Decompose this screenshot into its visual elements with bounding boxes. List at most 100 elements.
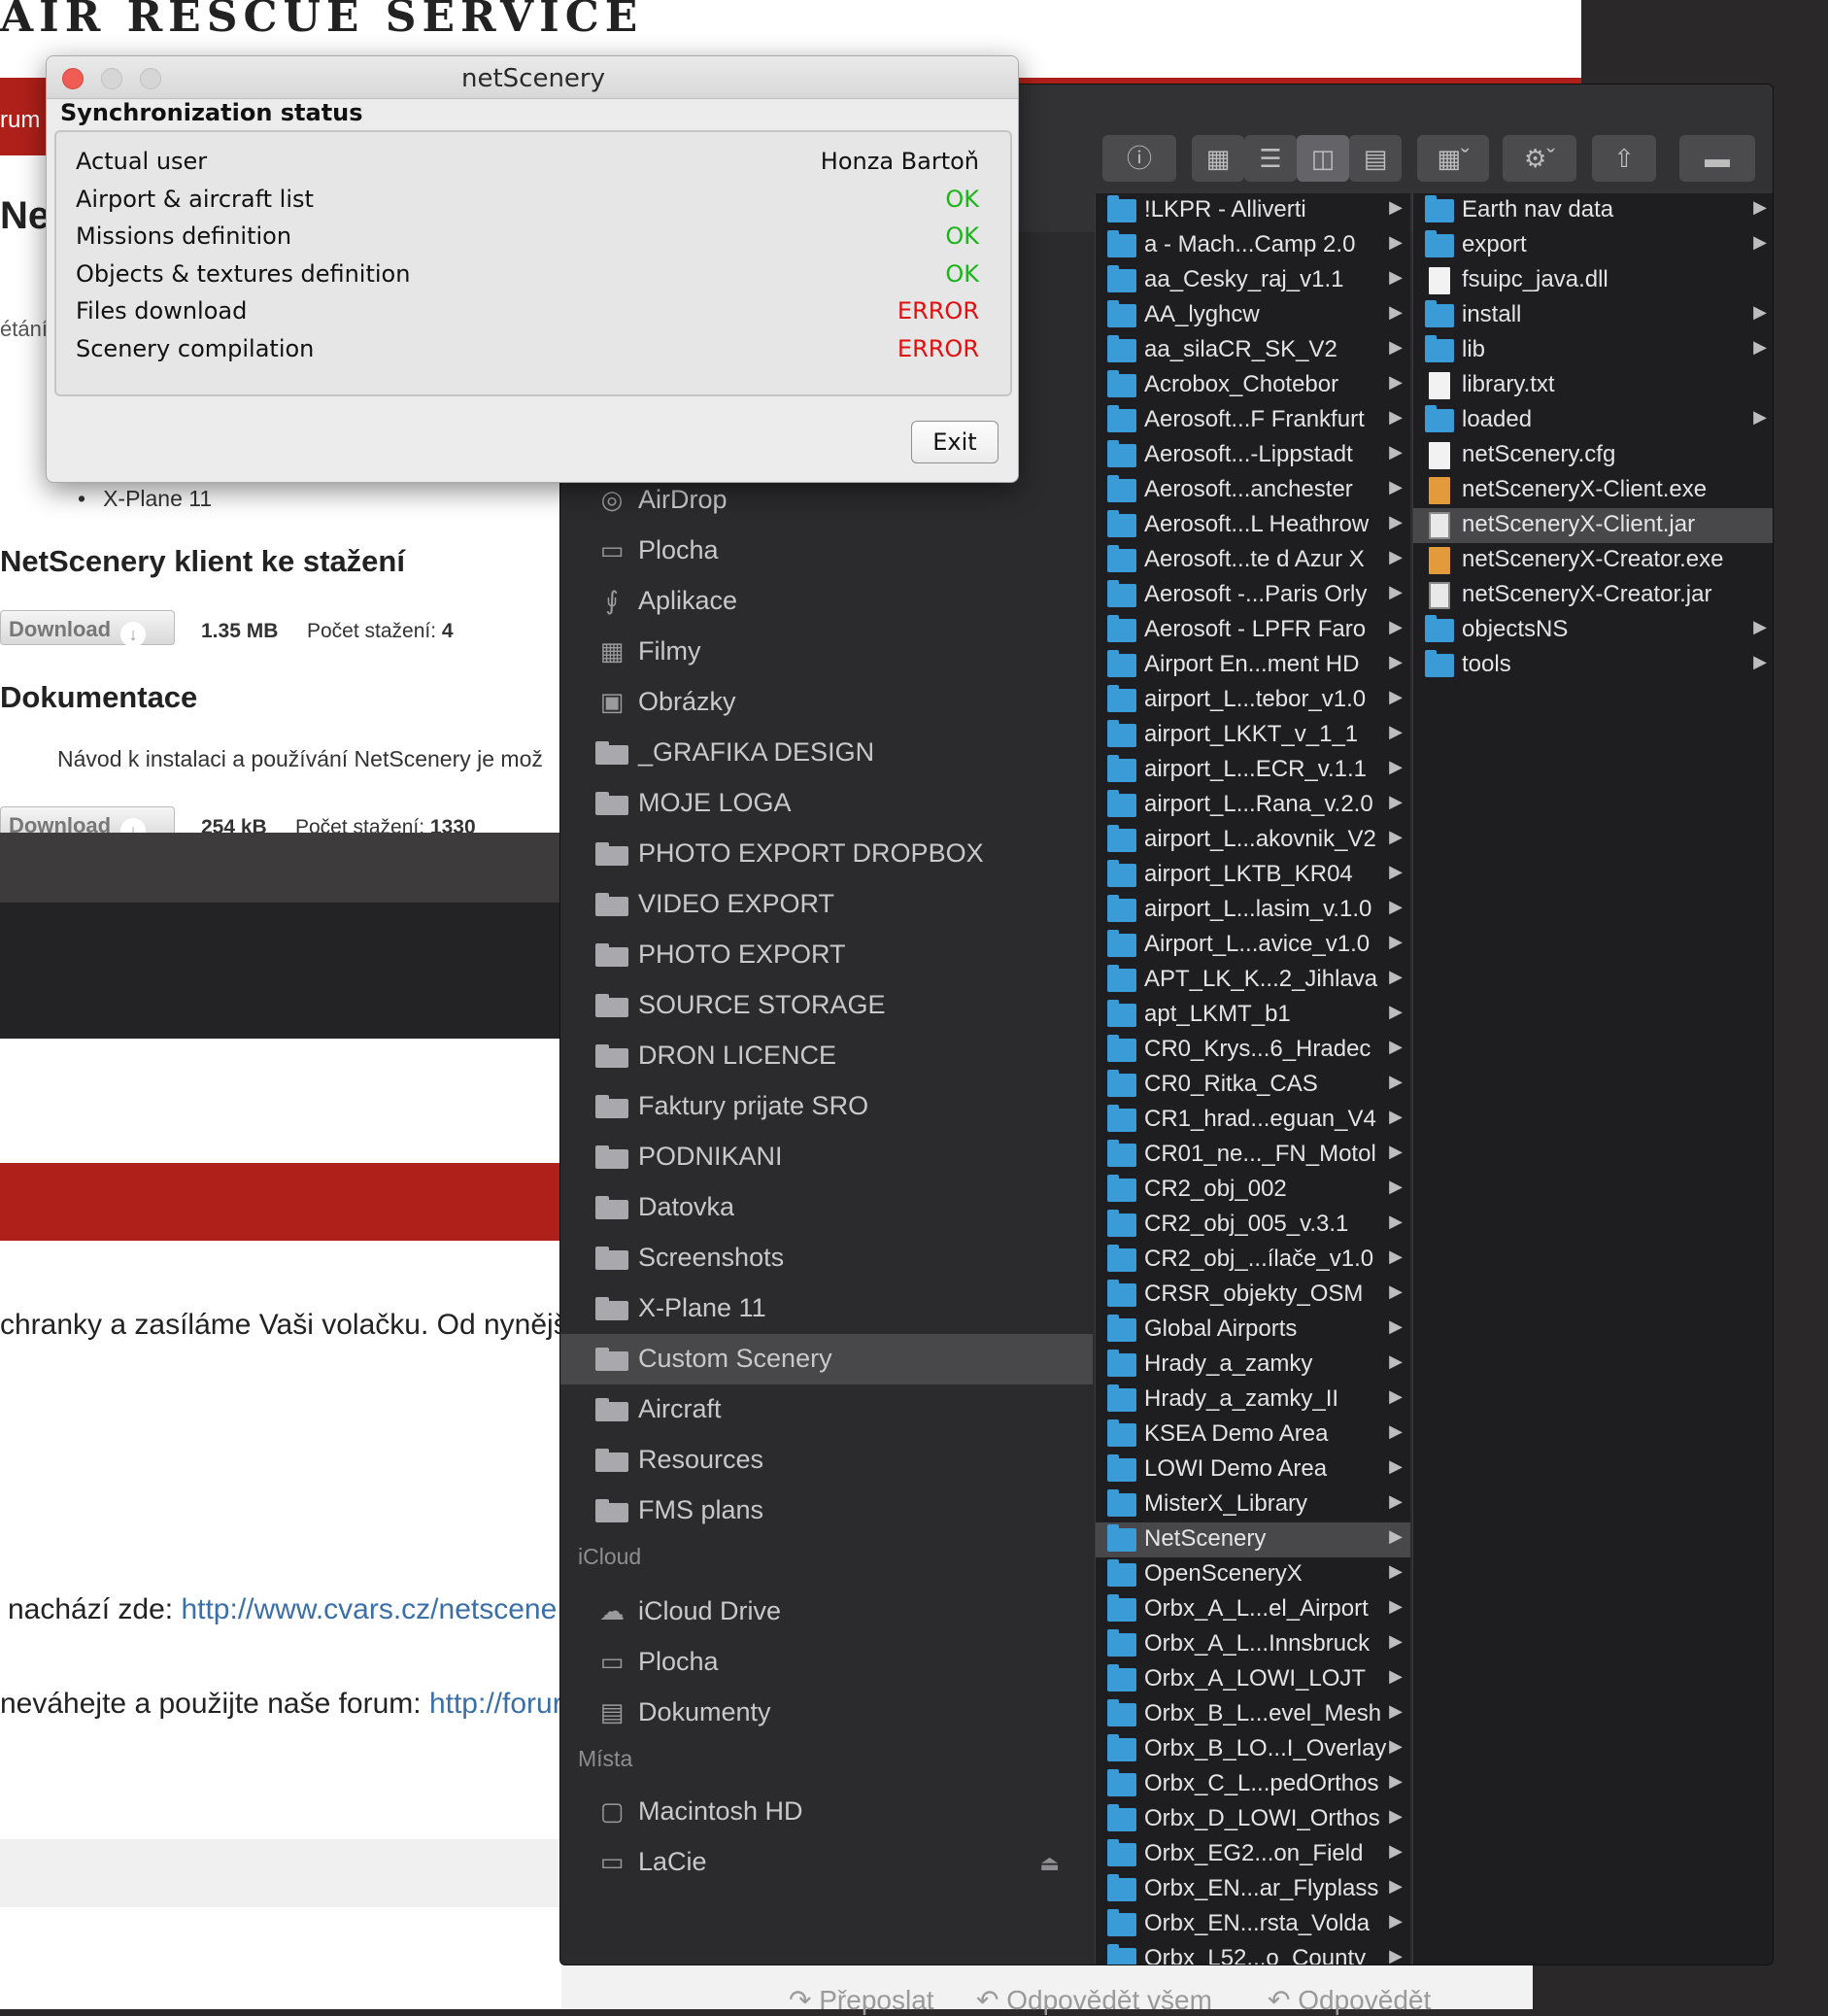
sidebar-item[interactable]: ▤ Dokumenty [560,1688,1093,1738]
folder-row[interactable]: airport_L...lasim_v.1.0 ▶ [1096,893,1410,928]
sidebar-item[interactable]: FMS plans [560,1486,1093,1536]
folder-row[interactable]: Aerosoft...F Frankfurt ▶ [1096,403,1410,438]
folder-row[interactable]: KSEA Demo Area ▶ [1096,1418,1410,1452]
folder-row[interactable]: aa_silaCR_SK_V2 ▶ [1096,333,1410,368]
sidebar-item[interactable]: SOURCE STORAGE [560,980,1093,1031]
sidebar-item[interactable]: ▭ Plocha [560,1637,1093,1688]
sidebar-item[interactable]: ▭ LaCie ⏏ [560,1837,1093,1888]
folder-row[interactable]: Aerosoft...L Heathrow ▶ [1096,508,1410,543]
folder-row[interactable]: CR2_obj_...ílače_v1.0 ▶ [1096,1243,1410,1278]
sidebar-item[interactable]: _GRAFIKA DESIGN [560,728,1093,778]
folder-row[interactable]: Aerosoft - LPFR Faro ▶ [1096,613,1410,648]
folder-row[interactable]: Earth nav data ▶ [1413,193,1773,228]
folder-row[interactable]: CRSR_objekty_OSM ▶ [1096,1278,1410,1313]
folder-row[interactable]: CR01_ne..._FN_Motol ▶ [1096,1138,1410,1173]
sidebar-item[interactable]: VIDEO EXPORT [560,879,1093,930]
gallery-view-icon[interactable]: ▤ [1349,135,1402,182]
client-download-button[interactable]: Download ↓ [0,610,175,647]
eject-icon[interactable]: ⏏ [1039,1851,1060,1876]
folder-row[interactable]: MisterX_Library ▶ [1096,1487,1410,1522]
sidebar-item[interactable]: DRON LICENCE [560,1031,1093,1081]
forward-button[interactable]: ↷ Přeposlat [789,1984,934,2016]
folder-row[interactable]: aa_Cesky_raj_v1.1 ▶ [1096,263,1410,298]
folder-row[interactable]: Orbx_A_LOWI_LOJT ▶ [1096,1662,1410,1697]
folder-row[interactable]: tools ▶ [1413,648,1773,683]
folder-row[interactable]: CR0_Ritka_CAS ▶ [1096,1068,1410,1103]
group-icon[interactable]: ▦ˇ [1417,135,1489,182]
folder-row[interactable]: CR2_obj_005_v.3.1 ▶ [1096,1208,1410,1243]
sidebar-item[interactable]: Screenshots [560,1233,1093,1283]
exit-button[interactable]: Exit [911,421,999,463]
folder-row[interactable]: Orbx_EN...ar_Flyplass ▶ [1096,1872,1410,1907]
gear-icon[interactable]: ⚙ˇ [1503,135,1576,182]
file-row[interactable]: netScenery.cfg [1413,438,1773,473]
file-row[interactable]: netSceneryX-Client.jar [1413,508,1773,543]
sidebar-item[interactable]: ▭ Plocha [560,526,1093,576]
folder-row[interactable]: Aerosoft...-Lippstadt ▶ [1096,438,1410,473]
file-row[interactable]: fsuipc_java.dll [1413,263,1773,298]
folder-row[interactable]: airport_LKKT_v_1_1 ▶ [1096,718,1410,753]
folder-row[interactable]: Aerosoft -...Paris Orly ▶ [1096,578,1410,613]
folder-row[interactable]: a - Mach...Camp 2.0 ▶ [1096,228,1410,263]
folder-row[interactable]: !LKPR - Alliverti ▶ [1096,193,1410,228]
sidebar-item[interactable]: Custom Scenery [560,1334,1093,1384]
folder-row[interactable]: install ▶ [1413,298,1773,333]
sidebar-item[interactable]: ▦ Filmy [560,627,1093,677]
sidebar-item[interactable]: ▢ Macintosh HD [560,1787,1093,1837]
netscenery-link[interactable]: http://www.cvars.cz/netscene [181,1593,557,1625]
folder-row[interactable]: airport_L...Rana_v.2.0 ▶ [1096,788,1410,823]
folder-row[interactable]: Orbx_A_L...Innsbruck ▶ [1096,1627,1410,1662]
folder-row[interactable]: Aerosoft...te d Azur X ▶ [1096,543,1410,578]
list-view-icon[interactable]: ☰ [1244,135,1297,182]
sidebar-item[interactable]: Datovka [560,1182,1093,1233]
folder-row[interactable]: airport_L...ECR_v.1.1 ▶ [1096,753,1410,788]
sidebar-item[interactable]: X-Plane 11 [560,1283,1093,1334]
folder-row[interactable]: Airport_L...avice_v1.0 ▶ [1096,928,1410,963]
sidebar-item[interactable]: PODNIKANI [560,1132,1093,1182]
folder-row[interactable]: CR0_Krys...6_Hradec ▶ [1096,1033,1410,1068]
forum-link[interactable]: http://forur [429,1688,561,1720]
folder-row[interactable]: APT_LK_K...2_Jihlava ▶ [1096,963,1410,998]
folder-row[interactable]: Hrady_a_zamky_II ▶ [1096,1383,1410,1418]
folder-row[interactable]: Orbx_B_L...evel_Mesh ▶ [1096,1697,1410,1732]
tag-icon[interactable]: ▬ [1679,135,1755,182]
sidebar-item[interactable]: ▣ Obrázky [560,677,1093,728]
folder-row[interactable]: lib ▶ [1413,333,1773,368]
sidebar-item[interactable]: PHOTO EXPORT DROPBOX [560,829,1093,879]
file-row[interactable]: netSceneryX-Creator.exe [1413,543,1773,578]
folder-row[interactable]: Acrobox_Chotebor ▶ [1096,368,1410,403]
doc-download-button[interactable]: Download ↓ [0,806,175,836]
reply-all-button[interactable]: ↶ Odpovědět všem [976,1984,1212,2016]
folder-row[interactable]: Orbx_B_LO...I_Overlay ▶ [1096,1732,1410,1767]
folder-row[interactable]: export ▶ [1413,228,1773,263]
info-icon[interactable]: ⓘ [1102,135,1176,182]
folder-row[interactable]: Global Airports ▶ [1096,1313,1410,1348]
folder-row[interactable]: airport_L...tebor_v1.0 ▶ [1096,683,1410,718]
folder-row[interactable]: OpenSceneryX ▶ [1096,1557,1410,1592]
folder-row[interactable]: Orbx_EN...rsta_Volda ▶ [1096,1907,1410,1942]
folder-row[interactable]: Orbx_L52...o_County ▶ [1096,1942,1410,1965]
reply-button[interactable]: ↶ Odpovědět [1268,1984,1431,2016]
folder-row[interactable]: Hrady_a_zamky ▶ [1096,1348,1410,1383]
sidebar-item[interactable]: PHOTO EXPORT [560,930,1093,980]
folder-row[interactable]: Orbx_EG2...on_Field ▶ [1096,1837,1410,1872]
file-row[interactable]: library.txt [1413,368,1773,403]
folder-row[interactable]: Airport En...ment HD ▶ [1096,648,1410,683]
file-row[interactable]: netSceneryX-Creator.jar [1413,578,1773,613]
folder-row[interactable]: Aerosoft...anchester ▶ [1096,473,1410,508]
folder-row[interactable]: objectsNS ▶ [1413,613,1773,648]
icon-view-icon[interactable]: ▦ [1192,135,1244,182]
sidebar-item[interactable]: ☁ iCloud Drive [560,1587,1093,1637]
file-row[interactable]: netSceneryX-Client.exe [1413,473,1773,508]
share-icon[interactable]: ⇧ [1592,135,1656,182]
sidebar-item[interactable]: Faktury prijate SRO [560,1081,1093,1132]
nav-forum-tab[interactable]: rum [0,78,49,155]
folder-row[interactable]: loaded ▶ [1413,403,1773,438]
folder-row[interactable]: AA_lyghcw ▶ [1096,298,1410,333]
folder-row[interactable]: Orbx_D_LOWI_Orthos ▶ [1096,1802,1410,1837]
sidebar-item[interactable]: ⨚ Aplikace [560,576,1093,627]
sidebar-item[interactable]: MOJE LOGA [560,778,1093,829]
folder-row[interactable]: airport_LKTB_KR04 ▶ [1096,858,1410,893]
folder-row[interactable]: CR2_obj_002 ▶ [1096,1173,1410,1208]
folder-row[interactable]: LOWI Demo Area ▶ [1096,1452,1410,1487]
